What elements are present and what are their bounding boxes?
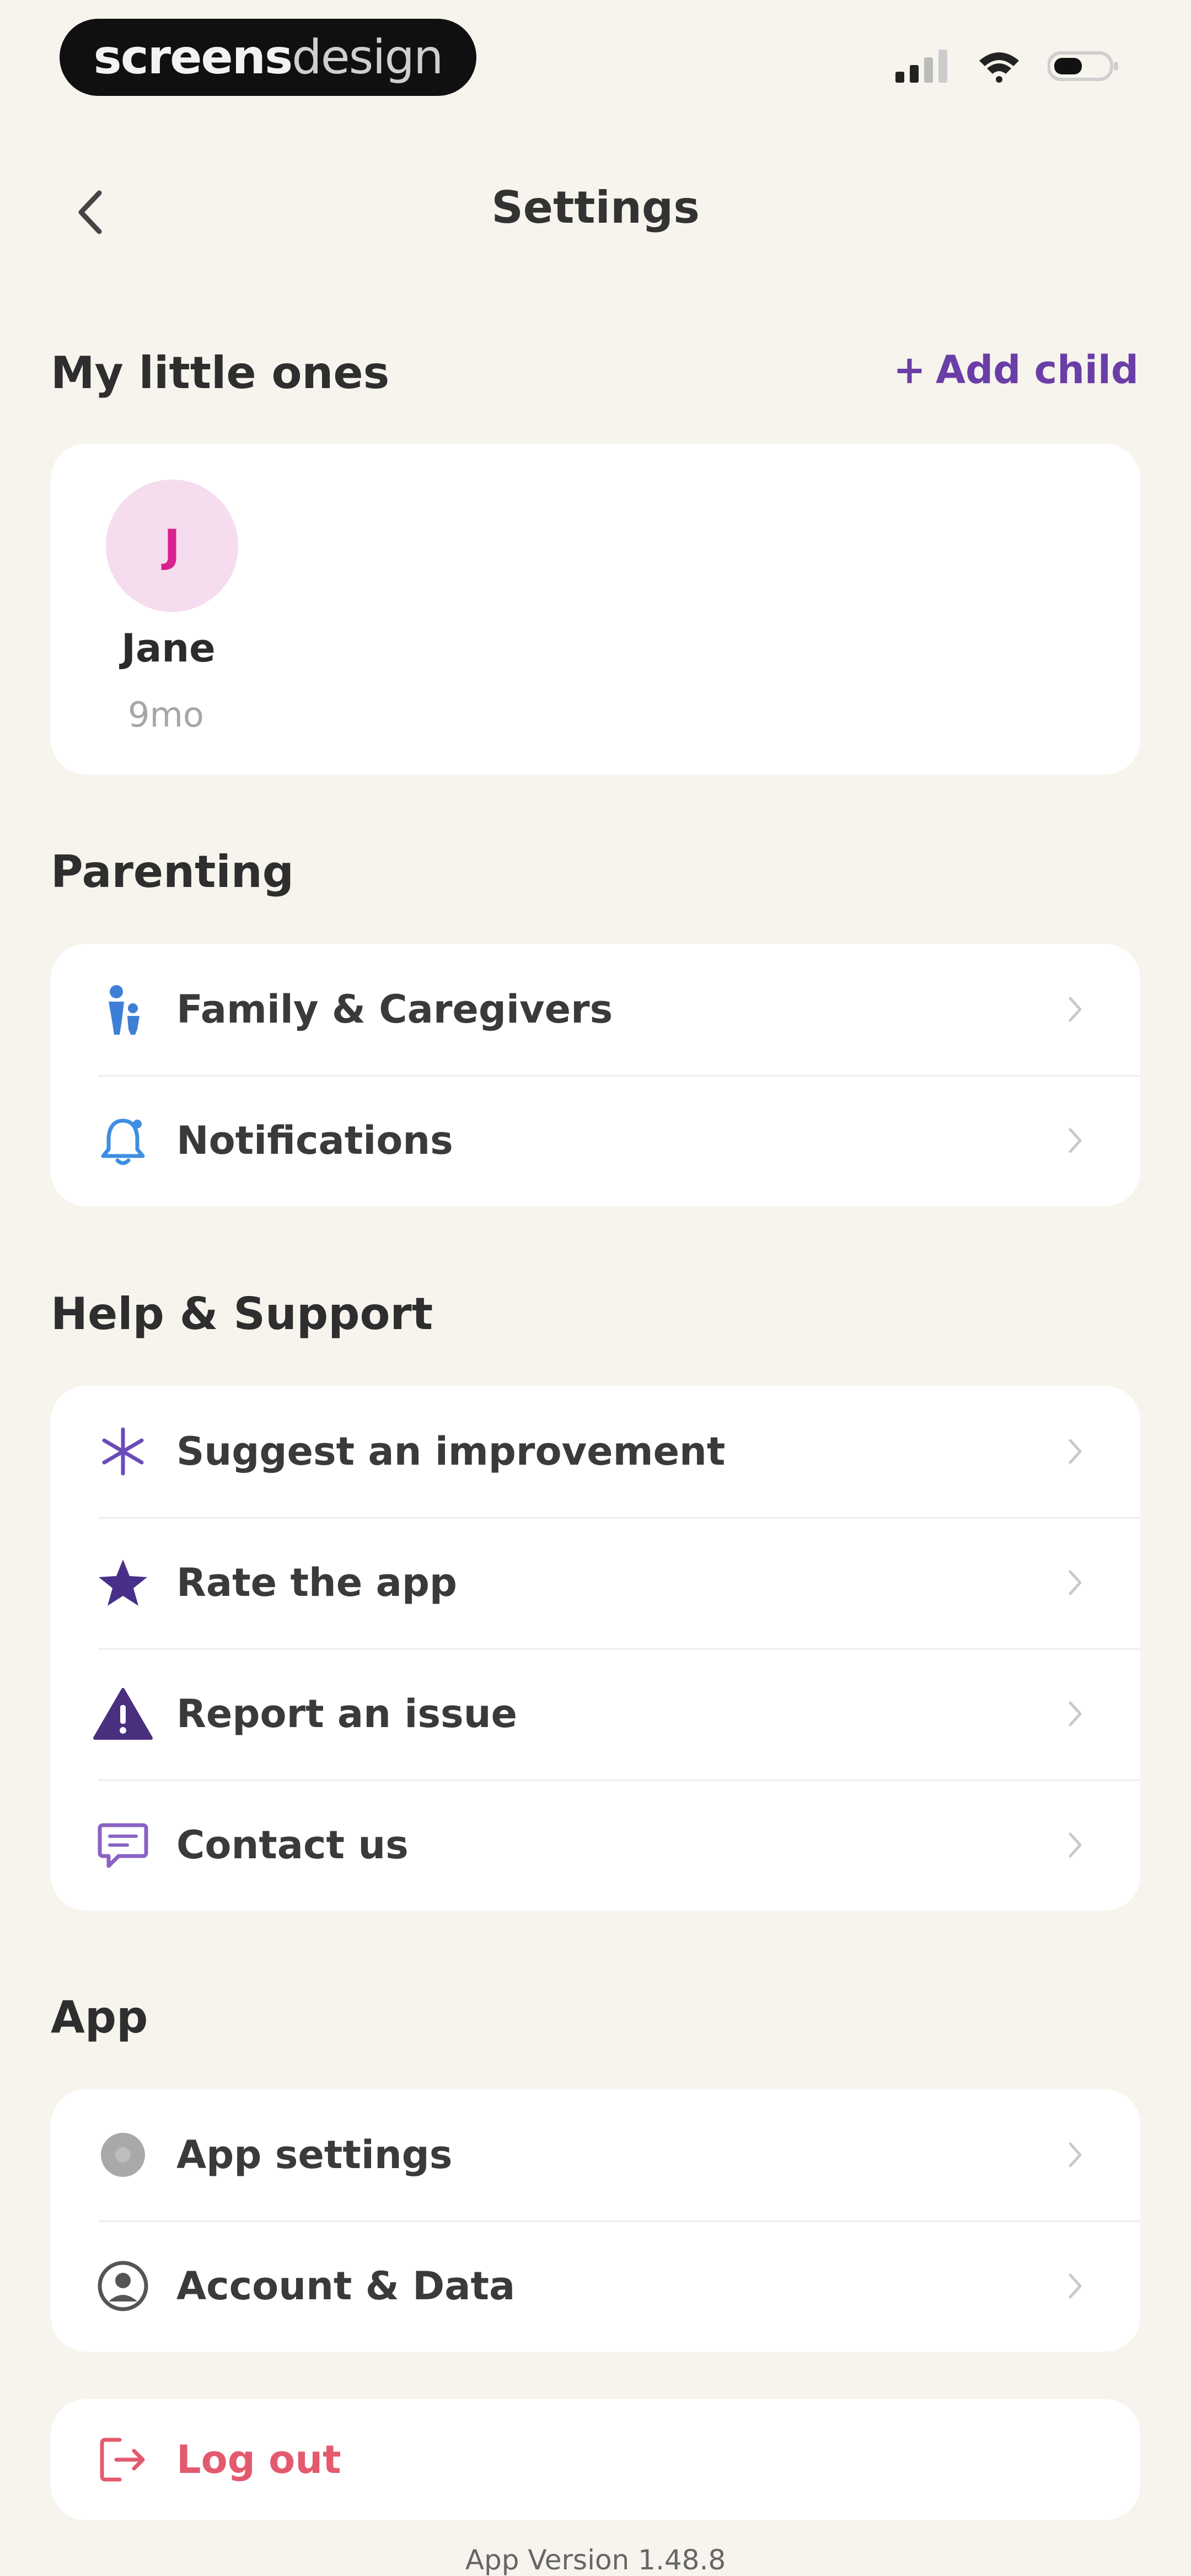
help-support-card: Suggest an improvement Rate the app Repo… [51,1386,1140,1911]
row-suggest-improvement[interactable]: Suggest an improvement [51,1386,1140,1517]
chevron-left-icon [78,190,102,234]
row-family-caregivers[interactable]: Family & Caregivers [51,944,1140,1075]
chevron-right-icon [1059,1435,1092,1468]
section-header-parenting: Parenting [51,846,294,897]
section-header-little-ones: My little ones [51,347,390,399]
chevron-right-icon [1059,1697,1092,1730]
sparkle-icon [93,1421,153,1482]
page-title: Settings [491,182,700,233]
warning-icon [93,1684,153,1744]
brand-light-text: design [292,30,443,85]
row-rate-app[interactable]: Rate the app [51,1517,1140,1648]
child-initial: J [164,520,180,572]
add-child-label: Add child [935,347,1139,392]
row-report-issue[interactable]: Report an issue [51,1648,1140,1779]
logout-label: Log out [176,2437,341,2482]
chat-icon [93,1815,153,1875]
logout-button[interactable]: Log out [51,2399,1140,2520]
section-header-app: App [51,1992,148,2043]
cellular-signal-icon [895,50,947,83]
row-label: Suggest an improvement [176,1429,726,1474]
app-card: App settings Account & Data [51,2089,1140,2352]
status-icons [895,50,1119,83]
chevron-right-icon [1059,2138,1092,2171]
chevron-right-icon [1059,1829,1092,1862]
row-label: Contact us [176,1822,409,1868]
chevron-right-icon [1059,1566,1092,1599]
plus-icon: + [893,347,926,392]
row-label: Report an issue [176,1691,518,1736]
row-notifications[interactable]: Notifications [51,1075,1140,1206]
chevron-right-icon [1059,1124,1092,1157]
row-label: App settings [176,2132,453,2177]
nav-bar: Settings [0,160,1191,259]
wifi-icon [979,52,1019,83]
brand-logo: screens design [60,19,476,96]
chevron-right-icon [1059,993,1092,1026]
row-label: Family & Caregivers [176,987,613,1032]
family-icon [93,979,153,1040]
add-child-button[interactable]: + Add child [893,347,1139,392]
row-label: Account & Data [176,2263,516,2309]
row-account-data[interactable]: Account & Data [51,2220,1140,2352]
star-icon [93,1552,153,1613]
gear-icon [93,2125,153,2185]
child-avatar: J [106,480,238,612]
row-app-settings[interactable]: App settings [51,2089,1140,2220]
row-label: Notifications [176,1118,453,1163]
battery-icon [1048,51,1118,81]
bell-icon [93,1110,153,1171]
settings-screen: screens design Settings My little ones +… [0,0,1191,2576]
logout-row: Log out [51,2399,1140,2520]
parenting-card: Family & Caregivers Notifications [51,944,1140,1206]
row-contact-us[interactable]: Contact us [51,1779,1140,1911]
app-version-text: App Version 1.48.8 [465,2544,726,2576]
status-bar: screens design [0,0,1191,121]
row-label: Rate the app [176,1560,458,1605]
child-card[interactable]: J Jane 9mo [51,444,1140,775]
child-name: Jane [121,626,216,671]
account-icon [93,2256,153,2316]
child-age: 9mo [128,695,204,735]
chevron-right-icon [1059,2270,1092,2303]
back-button[interactable] [61,182,121,243]
section-header-help-support: Help & Support [51,1288,433,1340]
brand-bold-text: screens [93,30,293,85]
logout-icon [93,2429,153,2490]
